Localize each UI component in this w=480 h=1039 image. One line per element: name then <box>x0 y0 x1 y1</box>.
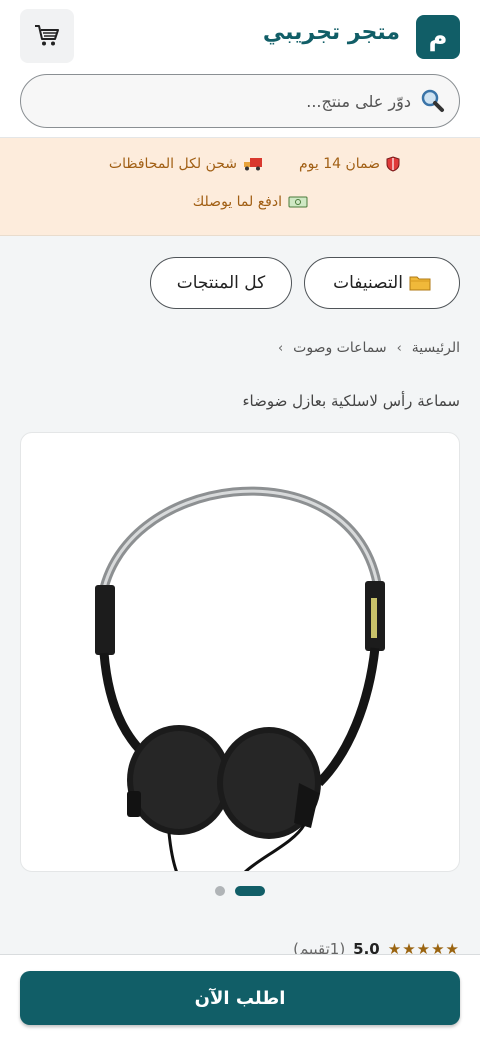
search-input[interactable] <box>111 91 411 111</box>
feature-cod-label: ادفع لما يوصلك <box>192 194 282 210</box>
feature-warranty: ضمان 14 يوم <box>299 156 400 172</box>
feature-shipping: شحن لكل المحافظات <box>109 156 263 172</box>
store-logo[interactable]: م <box>416 15 460 59</box>
feature-cod: ادفع لما يوصلك <box>193 194 308 210</box>
image-carousel-dots <box>215 886 265 896</box>
carousel-dot-1-active[interactable] <box>235 886 265 896</box>
truck-icon <box>244 158 262 171</box>
carousel-dot-2[interactable] <box>215 886 225 896</box>
site-header: م متجر تجريبي <box>0 0 480 138</box>
all-products-button[interactable]: كل المنتجات <box>150 257 292 309</box>
order-now-button[interactable]: اطلب الآن <box>20 971 460 1025</box>
breadcrumb-category[interactable]: سماعات وصوت <box>293 340 386 356</box>
product-title: سماعة رأس لاسلكية بعازل ضوضاء <box>242 392 460 410</box>
bottom-bar: اطلب الآن <box>0 954 480 1039</box>
breadcrumb-separator: › <box>396 340 402 356</box>
folder-icon <box>409 276 431 291</box>
breadcrumb-separator: › <box>277 340 284 356</box>
categories-label: التصنيفات <box>333 273 403 293</box>
breadcrumb-home[interactable]: الرئيسية <box>412 340 460 356</box>
search-icon <box>421 89 444 112</box>
features-banner: ضمان 14 يوم شحن لكل المحافظات ادفع لما ي… <box>0 138 480 236</box>
feature-warranty-label: ضمان 14 يوم <box>298 156 380 172</box>
cart-icon <box>35 25 59 46</box>
store-name[interactable]: متجر تجريبي <box>263 20 400 45</box>
categories-button[interactable]: التصنيفات <box>304 257 460 309</box>
shield-icon <box>386 156 400 172</box>
feature-shipping-label: شحن لكل المحافظات <box>108 156 237 172</box>
logo-letter: م <box>428 22 448 52</box>
cash-icon <box>288 196 308 208</box>
product-image-card[interactable] <box>20 432 460 872</box>
cart-button[interactable] <box>20 9 74 63</box>
breadcrumb: الرئيسية › سماعات وصوت › <box>278 340 460 356</box>
product-image-headphones <box>95 486 385 871</box>
all-products-label: كل المنتجات <box>176 273 266 293</box>
search-bar[interactable] <box>20 74 460 128</box>
nav-pills: التصنيفات كل المنتجات <box>150 257 460 309</box>
